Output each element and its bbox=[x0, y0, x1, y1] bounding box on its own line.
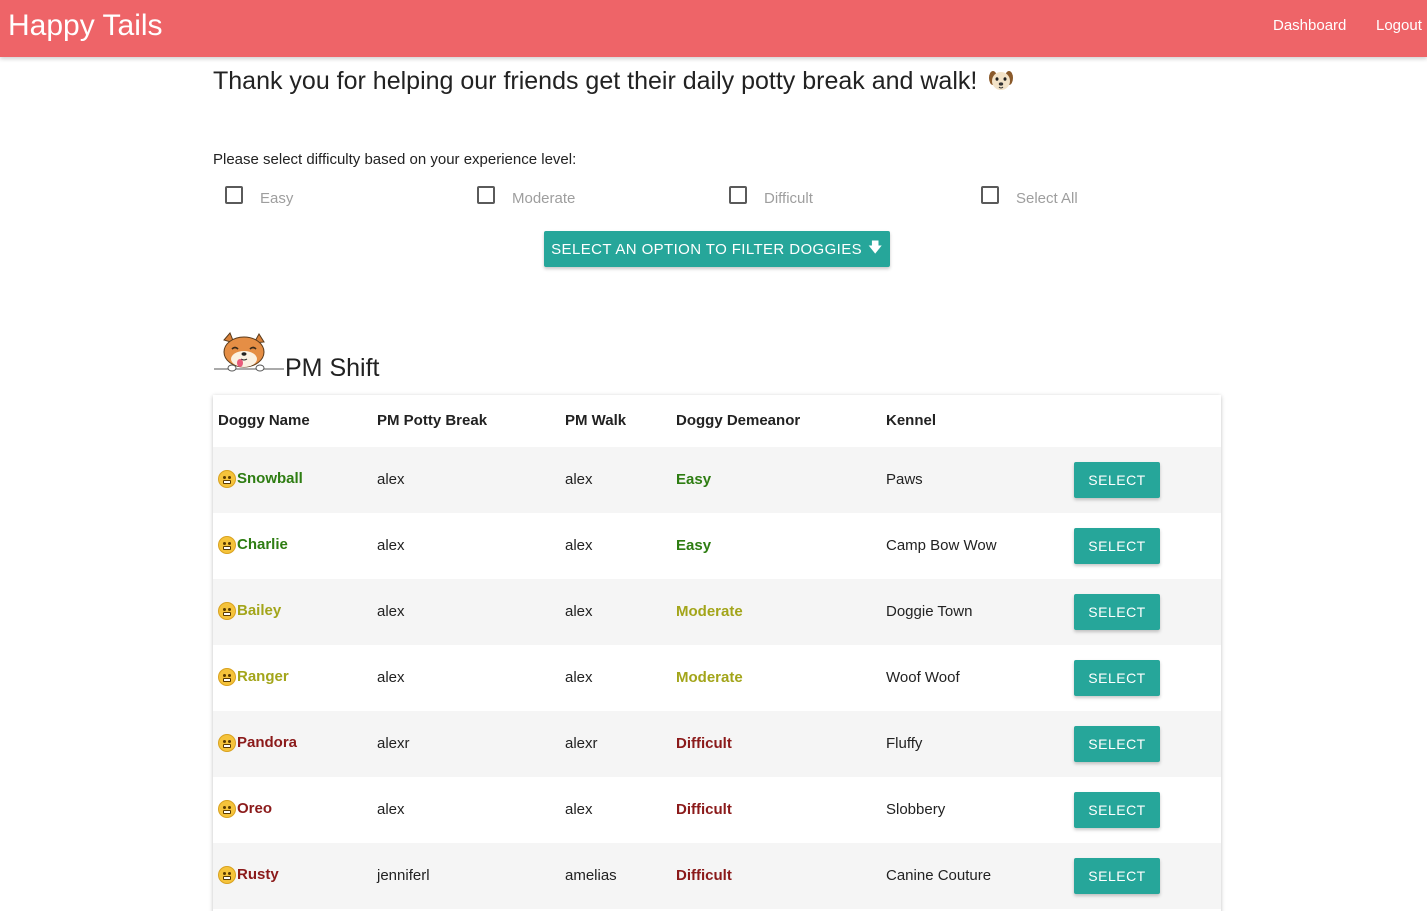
filter-button-label: SELECT AN OPTION TO FILTER DOGGIES bbox=[551, 240, 863, 258]
select-dog-button[interactable]: SELECT bbox=[1074, 792, 1160, 828]
potty-break-walker: alex bbox=[377, 471, 405, 488]
arrow-down-icon: 🡇 bbox=[868, 239, 883, 255]
checkbox-difficult[interactable]: Difficult bbox=[729, 186, 869, 210]
kennel-name: Camp Bow Wow bbox=[886, 537, 997, 554]
walk-walker: amelias bbox=[565, 867, 617, 884]
checkbox-label-difficult[interactable]: Difficult bbox=[764, 190, 813, 208]
select-dog-button[interactable]: SELECT bbox=[1074, 858, 1160, 894]
column-header-doggy-name: Doggy Name bbox=[218, 412, 310, 429]
checkbox-box-difficult[interactable] bbox=[729, 186, 747, 204]
table-row: Ranger alex alex Moderate Woof Woof SELE… bbox=[213, 645, 1221, 711]
dog-name-cell: Oreo bbox=[218, 800, 272, 818]
dog-shift-table: Doggy Name PM Potty Break PM Walk Doggy … bbox=[213, 395, 1221, 911]
checkbox-select-all[interactable]: Select All bbox=[981, 186, 1121, 210]
kennel-name: Slobbery bbox=[886, 801, 946, 818]
demeanor-label: Difficult bbox=[676, 867, 732, 884]
checkbox-box-easy[interactable] bbox=[225, 186, 243, 204]
dog-name: Oreo bbox=[237, 800, 273, 817]
walk-walker: alex bbox=[565, 669, 593, 686]
difficulty-prompt: Please select difficulty based on your e… bbox=[213, 151, 577, 168]
grinning-face-icon bbox=[218, 866, 236, 884]
checkbox-label-select-all[interactable]: Select All bbox=[1016, 190, 1078, 208]
potty-break-walker: jenniferl bbox=[377, 867, 430, 884]
dog-name-cell: Rusty bbox=[218, 866, 279, 884]
demeanor-label: Easy bbox=[676, 537, 712, 554]
checkbox-label-easy[interactable]: Easy bbox=[260, 190, 293, 208]
checkbox-box-moderate[interactable] bbox=[477, 186, 495, 204]
dog-name: Bailey bbox=[237, 602, 282, 619]
checkbox-box-select-all[interactable] bbox=[981, 186, 999, 204]
grinning-face-icon bbox=[218, 800, 236, 818]
dog-name-cell: Pandora bbox=[218, 734, 297, 752]
nav-link-dashboard[interactable]: Dashboard bbox=[1273, 17, 1346, 35]
dog-name: Rusty bbox=[237, 866, 279, 883]
select-dog-button[interactable]: SELECT bbox=[1074, 462, 1160, 498]
dog-name-cell: Ranger bbox=[218, 668, 289, 686]
grinning-face-icon bbox=[218, 536, 236, 554]
table-row: Charlie alex alex Easy Camp Bow Wow SELE… bbox=[213, 513, 1221, 579]
dog-name: Pandora bbox=[237, 734, 298, 751]
potty-break-walker: alexr bbox=[377, 735, 410, 752]
dog-name-cell: Bailey bbox=[218, 602, 281, 620]
checkbox-label-moderate[interactable]: Moderate bbox=[512, 190, 575, 208]
dog-name-cell: Snowball bbox=[218, 470, 303, 488]
dog-name-cell: Charlie bbox=[218, 536, 288, 554]
demeanor-label: Easy bbox=[676, 471, 712, 488]
table-header-row: Doggy Name PM Potty Break PM Walk Doggy … bbox=[213, 395, 1221, 447]
grinning-face-icon bbox=[218, 470, 236, 488]
demeanor-label: Difficult bbox=[676, 801, 732, 818]
checkbox-easy[interactable]: Easy bbox=[225, 186, 345, 210]
demeanor-label: Moderate bbox=[676, 669, 743, 686]
demeanor-label: Moderate bbox=[676, 603, 743, 620]
table-row: Bailey alex alex Moderate Doggie Town SE… bbox=[213, 579, 1221, 645]
table-row: Oreo alex alex Difficult Slobbery SELECT bbox=[213, 777, 1221, 843]
potty-break-walker: alex bbox=[377, 603, 405, 620]
select-dog-button[interactable]: SELECT bbox=[1074, 594, 1160, 630]
table-row: Rusty jenniferl amelias Difficult Canine… bbox=[213, 843, 1221, 909]
walk-walker: alex bbox=[565, 603, 593, 620]
dog-name: Snowball bbox=[237, 470, 303, 487]
demeanor-label: Difficult bbox=[676, 735, 732, 752]
page-heading: Thank you for helping our friends get th… bbox=[213, 66, 1014, 99]
walk-walker: alexr bbox=[565, 735, 598, 752]
select-dog-button[interactable]: SELECT bbox=[1074, 528, 1160, 564]
table-row: Snowball alex alex Easy Paws SELECT bbox=[213, 447, 1221, 513]
grinning-face-icon bbox=[218, 668, 236, 686]
dog-face-icon bbox=[988, 68, 1014, 99]
grinning-face-icon bbox=[218, 602, 236, 620]
potty-break-walker: alex bbox=[377, 669, 405, 686]
walk-walker: alex bbox=[565, 471, 593, 488]
top-navbar: Happy Tails Dashboard Logout bbox=[0, 0, 1427, 57]
kennel-name: Woof Woof bbox=[886, 669, 960, 686]
table-row: Pandora alexr alexr Difficult Fluffy SEL… bbox=[213, 711, 1221, 777]
grinning-face-icon bbox=[218, 734, 236, 752]
potty-break-walker: alex bbox=[377, 537, 405, 554]
walk-walker: alex bbox=[565, 801, 593, 818]
kennel-name: Canine Couture bbox=[886, 867, 992, 884]
column-header-potty-break: PM Potty Break bbox=[377, 412, 488, 429]
walk-walker: alex bbox=[565, 537, 593, 554]
column-header-demeanor: Doggy Demeanor bbox=[676, 412, 801, 429]
brand-logo-text[interactable]: Happy Tails bbox=[8, 8, 163, 44]
kennel-name: Doggie Town bbox=[886, 603, 973, 620]
kennel-name: Fluffy bbox=[886, 735, 923, 752]
dog-name: Ranger bbox=[237, 668, 289, 685]
column-header-kennel: Kennel bbox=[886, 412, 937, 429]
filter-doggies-button[interactable]: SELECT AN OPTION TO FILTER DOGGIES 🡇 bbox=[544, 231, 890, 267]
kennel-name: Paws bbox=[886, 471, 923, 488]
column-header-walk: PM Walk bbox=[565, 412, 627, 429]
select-dog-button[interactable]: SELECT bbox=[1074, 726, 1160, 762]
shift-title: PM Shift bbox=[285, 354, 380, 382]
select-dog-button[interactable]: SELECT bbox=[1074, 660, 1160, 696]
checkbox-moderate[interactable]: Moderate bbox=[477, 186, 617, 210]
nav-link-logout[interactable]: Logout bbox=[1376, 17, 1422, 35]
page-heading-text: Thank you for helping our friends get th… bbox=[213, 67, 978, 95]
peeking-shiba-icon bbox=[214, 332, 284, 376]
dog-name: Charlie bbox=[237, 536, 288, 553]
potty-break-walker: alex bbox=[377, 801, 405, 818]
